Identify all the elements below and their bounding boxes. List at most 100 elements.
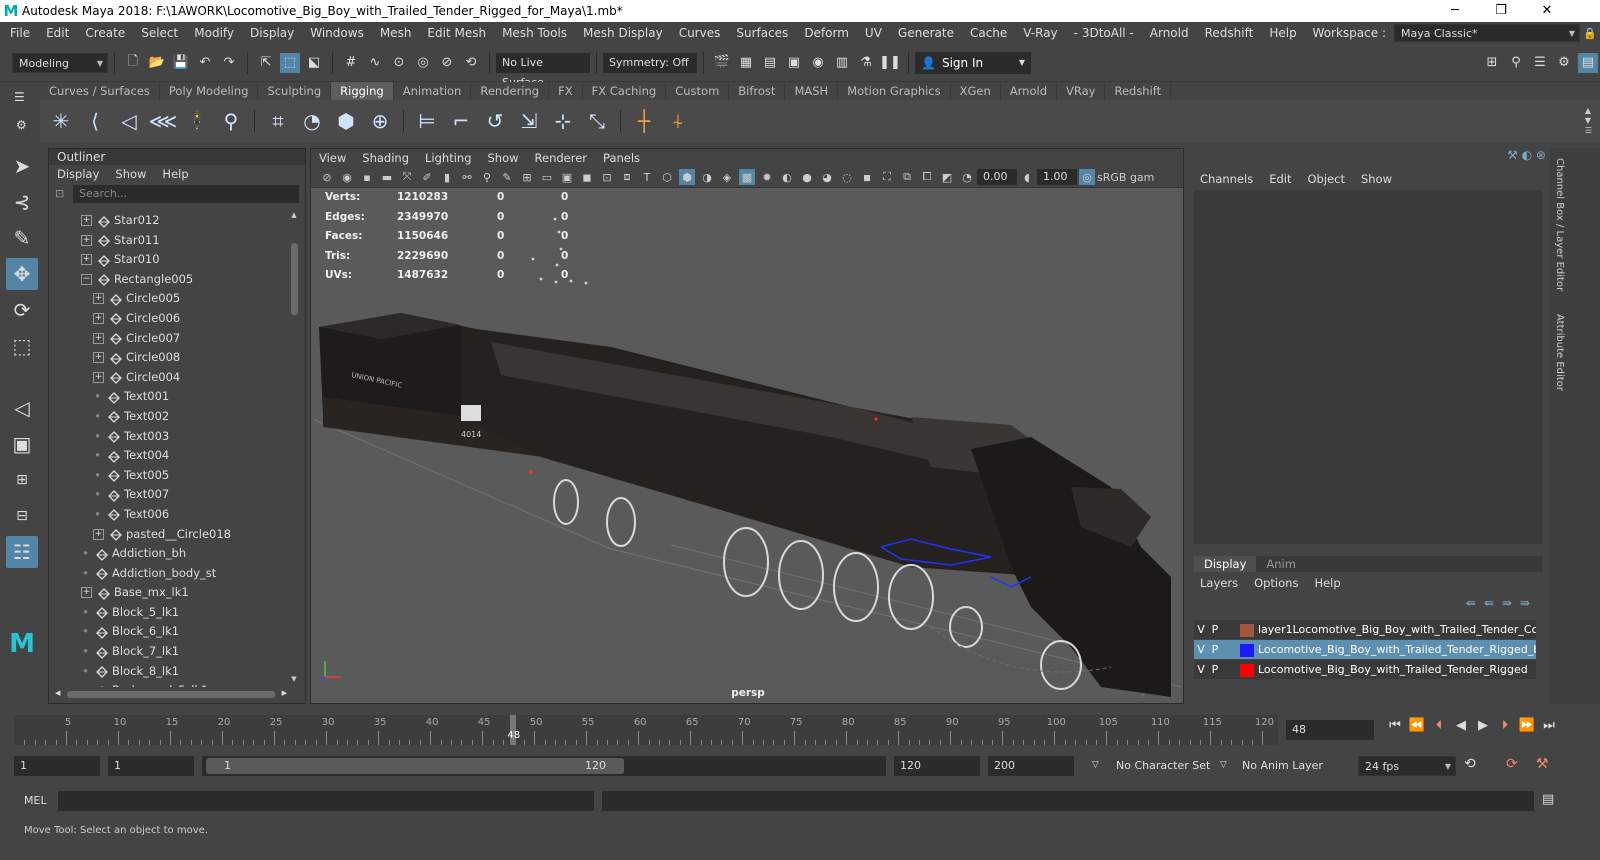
layer-color-swatch[interactable] [1240, 663, 1254, 677]
outliner-item[interactable]: • Block_8_lk1 [49, 662, 289, 682]
outliner-item[interactable]: + Star010 [49, 250, 289, 270]
shelf-tab-13[interactable]: Arnold [1001, 82, 1057, 100]
outliner-item[interactable]: • Text001 [49, 387, 289, 407]
menu-item-14[interactable]: UV [857, 22, 890, 44]
shelf-tab-14[interactable]: VRay [1057, 82, 1106, 100]
current-frame-field[interactable]: 48 [1286, 720, 1374, 740]
shelf-tab-10[interactable]: MASH [785, 82, 839, 100]
layer-visibility-toggle[interactable]: V [1194, 660, 1208, 679]
outliner-item[interactable]: • Text007 [49, 485, 289, 505]
menu-item-11[interactable]: Curves [671, 22, 729, 44]
outliner-item[interactable]: + Circle004 [49, 368, 289, 388]
open-scene-icon[interactable]: 📂 [147, 53, 167, 73]
select-tool-icon[interactable]: ➤ [6, 150, 38, 182]
bookmark-icon[interactable]: ▮ [439, 169, 455, 185]
save-scene-icon[interactable]: 💾 [171, 53, 191, 73]
outliner-item[interactable]: + Star011 [49, 231, 289, 251]
shelf-menu-icon[interactable]: ☰ [14, 90, 25, 104]
mel-label[interactable]: MEL [24, 794, 47, 807]
channel-menu-item-3[interactable]: Show [1353, 170, 1400, 188]
select-object-icon[interactable]: ⬚ [280, 52, 300, 73]
grease-pencil-icon[interactable]: ✐ [419, 169, 435, 185]
scene-end-field[interactable]: 200 [988, 756, 1074, 776]
gamma-icon[interactable]: ◖ [1019, 169, 1035, 185]
auto-key-icon[interactable]: ⟳ [1506, 756, 1518, 772]
step-back-frame-icon[interactable]: ⏪ [1408, 718, 1426, 733]
redo-icon[interactable]: ↷ [219, 53, 239, 73]
ambient-occlusion-icon[interactable]: ● [799, 169, 815, 185]
outliner-search-input[interactable]: Search... [73, 185, 299, 203]
outliner-menu-item-0[interactable]: Display [49, 165, 107, 183]
ik-handle-icon[interactable]: ⟨ [81, 107, 109, 135]
outliner-menu-item-2[interactable]: Help [154, 165, 196, 183]
outliner-item[interactable]: • Addiction_body_st [49, 564, 289, 584]
step-forward-frame-icon[interactable]: ⏩ [1518, 718, 1536, 733]
outliner-item[interactable]: • Text002 [49, 407, 289, 427]
outliner-item[interactable]: − Rectangle005 [49, 270, 289, 290]
outliner-item[interactable]: • Block_5_lk1 [49, 603, 289, 623]
snap-view-icon[interactable]: ◎ [413, 53, 433, 73]
display-layer-row[interactable]: V Player1Locomotive_Big_Boy_with_Trailed_… [1194, 620, 1536, 639]
channel-menu-item-1[interactable]: Edit [1261, 170, 1299, 188]
viewport-panel[interactable]: View Shading Lighting Show Renderer Panels ⊘ … [310, 148, 1184, 704]
range-handle[interactable]: 1 120 [206, 758, 624, 774]
layer-menu-item-0[interactable]: Layers [1192, 574, 1246, 592]
expand-toggle-icon[interactable]: + [93, 332, 104, 344]
viewport-menu-item-4[interactable]: Renderer [527, 149, 596, 167]
snap-grid-icon[interactable]: # [341, 53, 361, 73]
four-view-icon[interactable]: ⊞ [6, 464, 38, 496]
exposure-icon[interactable]: ◔ [959, 169, 975, 185]
two-view-icon[interactable]: ⊟ [6, 500, 38, 532]
wireframe-icon[interactable]: ⬡ [659, 169, 675, 185]
hud-icon[interactable]: ◩ [939, 169, 955, 185]
menu-item-1[interactable]: Edit [38, 22, 77, 44]
pole-vector-icon[interactable]: ⤡ [583, 107, 611, 135]
expand-toggle-icon[interactable]: + [93, 371, 104, 383]
grid-icon[interactable]: ⊞ [519, 169, 535, 185]
rotate-tool-icon[interactable]: ⟳ [6, 294, 38, 326]
shelf-tab-9[interactable]: Bifrost [729, 82, 786, 100]
menu-item-21[interactable]: Help [1261, 22, 1304, 44]
outliner-item[interactable]: • Brake_pad_5_lk1 [49, 681, 289, 687]
scene-start-field[interactable]: 1 [14, 756, 100, 776]
go-to-end-icon[interactable]: ⏭ [1540, 718, 1558, 733]
viewport-menu-item-2[interactable]: Lighting [417, 149, 479, 167]
shelf-tab-7[interactable]: FX Caching [583, 82, 667, 100]
attribute-editor-icon[interactable]: ☰ [1530, 53, 1550, 73]
outliner-item[interactable]: • Block_7_lk1 [49, 642, 289, 662]
menu-item-12[interactable]: Surfaces [728, 22, 796, 44]
fps-dropdown[interactable]: 24 fps [1358, 756, 1456, 777]
shelf-tab-15[interactable]: Redshift [1105, 82, 1172, 100]
shadows-icon[interactable]: ◐ [779, 169, 795, 185]
outliner-item[interactable]: • Addiction_bh [49, 544, 289, 564]
render-settings-icon[interactable]: ▣ [784, 53, 804, 73]
character-set-field[interactable]: No Character Set [1110, 756, 1220, 776]
smooth-shade-icon[interactable]: ⬢ [679, 169, 695, 185]
snap-surface-icon[interactable]: ⊘ [437, 53, 457, 73]
outliner-item[interactable]: + Base_mx_lk1 [49, 583, 289, 603]
motion-blur-icon[interactable]: ◕ [819, 169, 835, 185]
layer-actions-icon[interactable]: ⇚⇚⇛⇛ [1466, 596, 1538, 610]
display-layer-row[interactable]: V P Locomotive_Big_Boy_with_Trailed_Tender… [1194, 640, 1536, 659]
menu-item-19[interactable]: Arnold [1142, 22, 1197, 44]
shelf-tab-5[interactable]: Rendering [471, 82, 550, 100]
film-gate-icon[interactable]: ▭ [539, 169, 555, 185]
select-camera-icon[interactable]: ⊘ [319, 169, 335, 185]
outliner-item[interactable]: + Circle006 [49, 309, 289, 329]
xray-joints-icon[interactable]: ⚯ [459, 169, 475, 185]
viewport-menu-item-0[interactable]: View [311, 149, 354, 167]
playback-end-field[interactable]: 120 [894, 756, 980, 776]
shelf-tab-8[interactable]: Custom [666, 82, 730, 100]
new-scene-icon[interactable]: 🗋 [123, 53, 143, 73]
layer-color-swatch[interactable] [1240, 623, 1254, 637]
gate-mask-2-icon[interactable]: ◼ [579, 169, 595, 185]
shelf-tab-11[interactable]: Motion Graphics [838, 82, 951, 100]
tool-settings-icon[interactable]: ⚙ [1554, 53, 1574, 73]
menu-item-0[interactable]: File [2, 22, 38, 44]
layer-tab-0[interactable]: Display [1194, 556, 1257, 572]
menu-item-13[interactable]: Deform [796, 22, 857, 44]
human-ik-shelf-icon[interactable]: ⚲ [217, 107, 245, 135]
human-ik-icon[interactable]: ⚲ [1506, 53, 1526, 73]
channel-box-tools-icon[interactable]: ⚒ ◐ ⊗ [1507, 148, 1546, 162]
safe-title-icon[interactable]: T [639, 169, 655, 185]
